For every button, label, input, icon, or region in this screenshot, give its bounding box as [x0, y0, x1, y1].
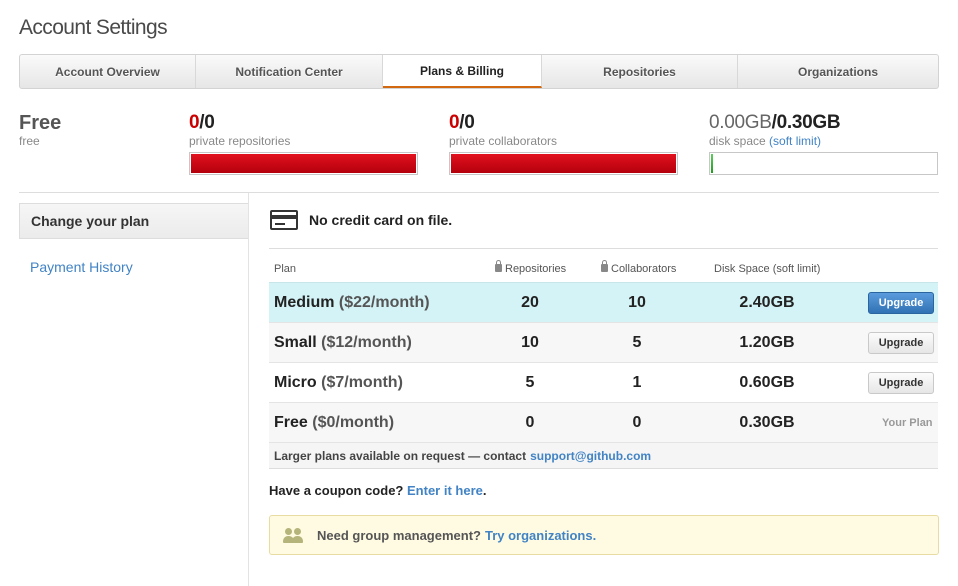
your-plan-label: Your Plan — [882, 417, 933, 429]
table-row: Micro ($7/month) 5 1 0.60GB Upgrade — [269, 362, 938, 402]
divider — [19, 192, 939, 193]
tab-account-overview[interactable]: Account Overview — [20, 55, 196, 88]
coupon-prompt: Have a coupon code? Enter it here. — [269, 483, 487, 498]
larger-plans-text: Larger plans available on request — cont… — [274, 448, 527, 463]
plan-repos: 0 — [525, 414, 535, 431]
upgrade-button[interactable]: Upgrade — [868, 332, 934, 354]
disk-space-bar-fill — [711, 154, 714, 173]
sidebar-divider — [248, 193, 249, 586]
private-repos-bar-fill — [191, 154, 416, 173]
private-collaborators-bar — [449, 152, 678, 175]
support-email-link[interactable]: support@github.com — [530, 449, 651, 463]
plan-name: Small ($12/month) — [274, 334, 412, 351]
disk-space-label: disk space — [709, 134, 766, 148]
plan-disk: 0.60GB — [739, 374, 795, 391]
plan-collaborators: 1 — [632, 374, 642, 391]
soft-limit-link[interactable]: (soft limit) — [769, 134, 821, 148]
plan-name: Micro ($7/month) — [274, 374, 403, 391]
credit-card-status: No credit card on file. — [309, 212, 453, 228]
plan-repos: 20 — [521, 294, 539, 311]
private-collaborators-used: 0 — [449, 112, 460, 133]
header-repositories: Repositories — [495, 260, 566, 275]
credit-card-icon — [270, 210, 298, 230]
plan-collaborators: 0 — [632, 414, 642, 431]
plan-collaborators: 5 — [632, 334, 642, 351]
tab-organizations[interactable]: Organizations — [738, 55, 938, 88]
current-plan-summary: Free free — [19, 112, 61, 148]
tab-plans-billing[interactable]: Plans & Billing — [383, 55, 542, 88]
plan-name: Medium ($22/month) — [274, 294, 430, 311]
divider — [269, 248, 938, 249]
people-icon — [282, 526, 308, 544]
private-collaborators-total: /0 — [459, 112, 475, 133]
try-organizations-link[interactable]: Try organizations. — [485, 528, 596, 543]
private-repos-label: private repositories — [189, 134, 291, 148]
private-repos-used: 0 — [189, 112, 200, 133]
tab-notification-center[interactable]: Notification Center — [196, 55, 383, 88]
upgrade-button[interactable]: Upgrade — [868, 292, 934, 314]
coupon-link[interactable]: Enter it here — [407, 483, 483, 498]
upgrade-button[interactable]: Upgrade — [868, 372, 934, 394]
header-disk-space: Disk Space (soft limit) — [714, 263, 821, 275]
private-repos-total: /0 — [199, 112, 215, 133]
plan-repos: 10 — [521, 334, 539, 351]
disk-space-used: 0.00GB — [709, 112, 772, 133]
lock-icon — [601, 260, 608, 272]
plan-collaborators: 10 — [628, 294, 646, 311]
disk-space-bar — [709, 152, 938, 175]
private-collaborators-stat: 0/0 private collaborators — [449, 112, 557, 148]
group-management-text: Need group management? — [317, 527, 481, 543]
settings-tabs: Account Overview Notification Center Pla… — [19, 54, 939, 89]
larger-plans-note: Larger plans available on request — cont… — [269, 442, 938, 469]
sidebar-item-payment-history[interactable]: Payment History — [30, 259, 133, 275]
plan-disk: 0.30GB — [739, 414, 795, 431]
sidebar-item-change-plan[interactable]: Change your plan — [19, 203, 248, 239]
table-row: Medium ($22/month) 20 10 2.40GB Upgrade — [269, 282, 938, 322]
organizations-callout: Need group management? Try organizations… — [269, 515, 939, 555]
header-collaborators: Collaborators — [601, 260, 676, 275]
lock-icon — [495, 260, 502, 272]
private-repos-stat: 0/0 private repositories — [189, 112, 290, 148]
page-title: Account Settings — [19, 16, 168, 39]
tab-repositories[interactable]: Repositories — [542, 55, 738, 88]
plan-name: Free ($0/month) — [274, 414, 395, 431]
private-collaborators-label: private collaborators — [449, 134, 558, 148]
current-plan-sub: free — [19, 134, 40, 148]
private-repos-bar — [189, 152, 418, 175]
table-row: Small ($12/month) 10 5 1.20GB Upgrade — [269, 322, 938, 362]
current-plan-name: Free — [19, 112, 62, 134]
plan-disk: 2.40GB — [739, 294, 795, 311]
table-row: Free ($0/month) 0 0 0.30GB Your Plan — [269, 402, 938, 442]
coupon-text: Have a coupon code? — [269, 483, 404, 498]
plan-repos: 5 — [525, 374, 535, 391]
private-collaborators-bar-fill — [451, 154, 676, 173]
disk-space-stat: 0.00GB/0.30GB disk space (soft limit) — [709, 112, 841, 148]
plan-disk: 1.20GB — [739, 334, 795, 351]
header-plan: Plan — [274, 263, 297, 275]
disk-space-total: /0.30GB — [771, 112, 841, 133]
